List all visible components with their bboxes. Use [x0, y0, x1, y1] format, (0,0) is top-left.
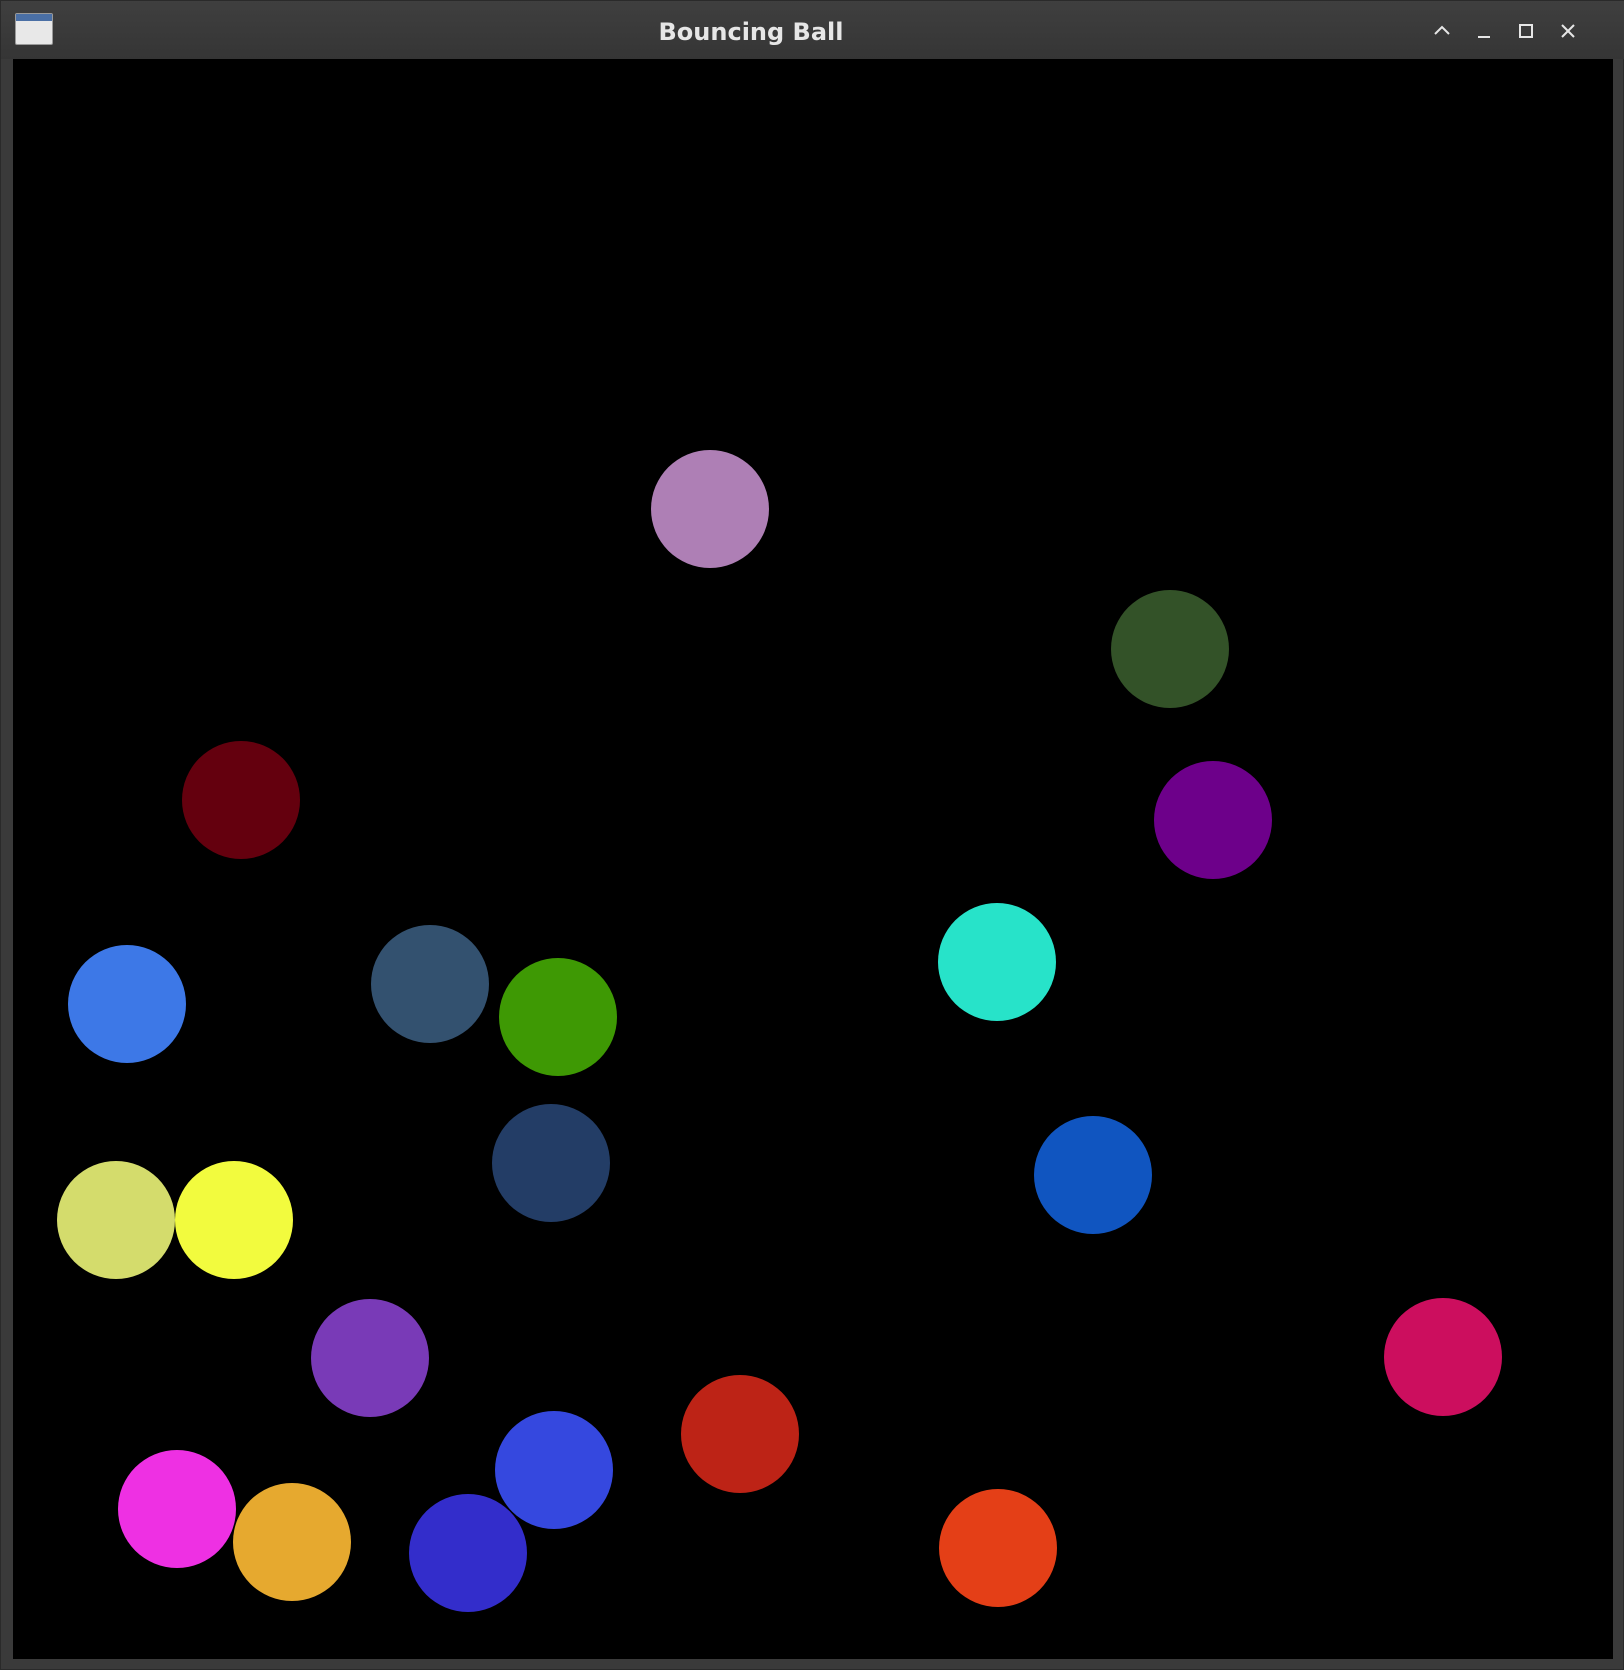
maximize-button[interactable] — [1509, 15, 1543, 47]
window-title: Bouncing Ball — [658, 18, 844, 46]
shade-button[interactable] — [1425, 15, 1459, 47]
ball — [371, 925, 489, 1043]
game-canvas[interactable] — [13, 59, 1613, 1659]
ball — [182, 741, 300, 859]
ball — [118, 1450, 236, 1568]
ball — [492, 1104, 610, 1222]
ball — [1034, 1116, 1152, 1234]
close-button[interactable] — [1551, 15, 1585, 47]
ball — [939, 1489, 1057, 1607]
chevron-up-icon — [1434, 25, 1450, 35]
ball — [233, 1483, 351, 1601]
ball — [409, 1494, 527, 1612]
ball — [495, 1411, 613, 1529]
ball-layer — [57, 450, 1502, 1612]
maximize-icon — [1519, 24, 1533, 38]
ball — [1154, 761, 1272, 879]
ball — [57, 1161, 175, 1279]
title-bar[interactable]: Bouncing Ball — [1, 1, 1624, 59]
ball — [651, 450, 769, 568]
minimize-icon — [1478, 36, 1490, 38]
ball — [1384, 1298, 1502, 1416]
ball — [68, 945, 186, 1063]
ball — [681, 1375, 799, 1493]
ball — [1111, 590, 1229, 708]
close-icon — [1561, 24, 1575, 38]
ball — [499, 958, 617, 1076]
ball — [938, 903, 1056, 1021]
ball — [311, 1299, 429, 1417]
application-window: Bouncing Ball — [0, 0, 1624, 1670]
minimize-button[interactable] — [1467, 15, 1501, 47]
ball — [175, 1161, 293, 1279]
